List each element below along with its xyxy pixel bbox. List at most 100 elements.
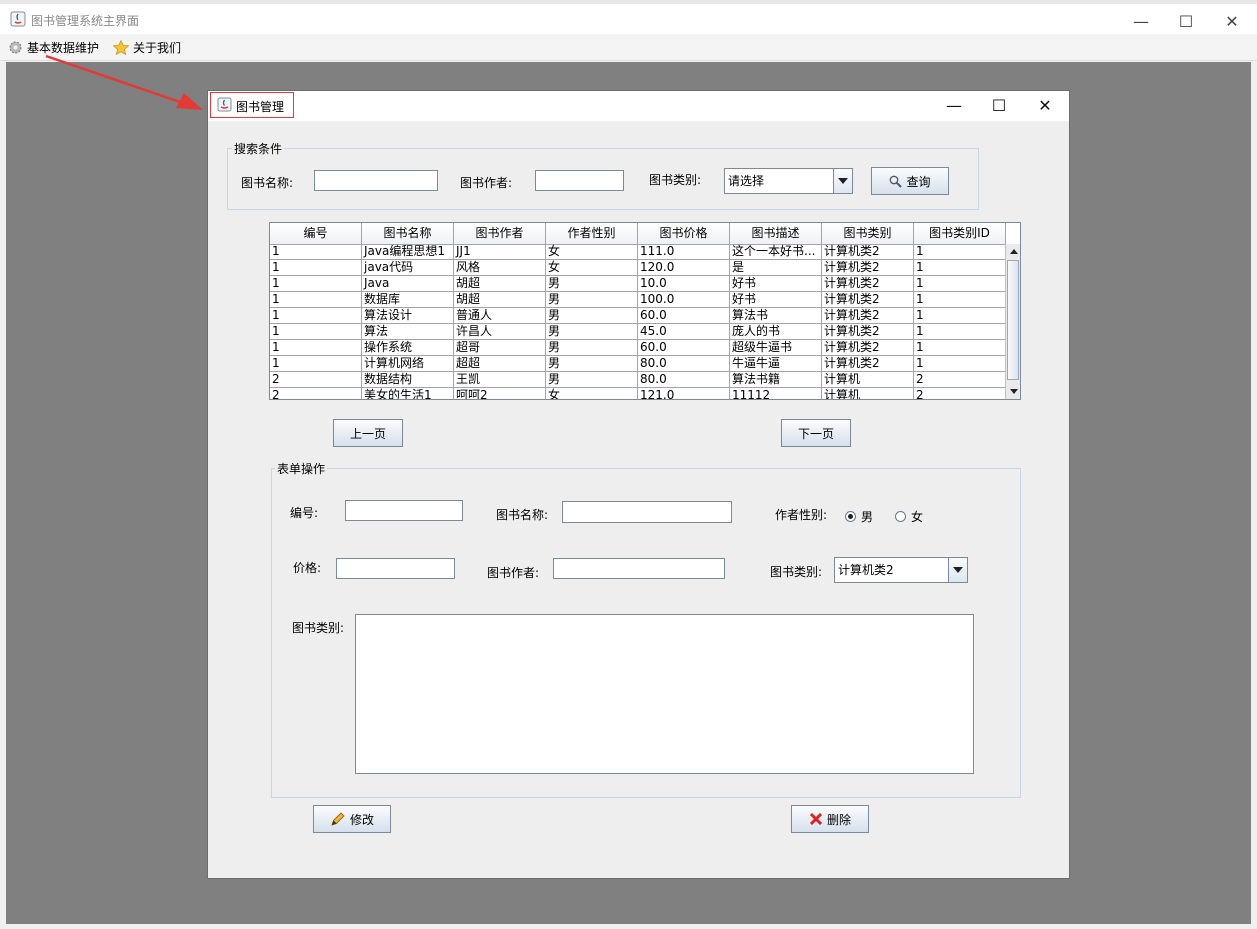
table-cell: 80.0	[638, 372, 730, 388]
table-cell: 王凯	[454, 372, 546, 388]
chevron-down-icon	[833, 169, 852, 193]
scroll-down-arrow[interactable]	[1007, 385, 1020, 398]
menu-basic-data-label: 基本数据维护	[27, 40, 100, 55]
search-icon	[890, 175, 903, 188]
gender-male-label: 男	[861, 510, 874, 524]
frame-maximize-button[interactable]: ☐	[976, 92, 1022, 120]
menu-about-us-label: 关于我们	[133, 40, 182, 55]
column-header[interactable]: 图书名称	[362, 223, 454, 244]
table-cell: 1	[914, 340, 1006, 356]
window-title: 图书管理系统主界面	[31, 14, 140, 28]
column-header[interactable]: 图书价格	[638, 223, 730, 244]
form-type-select[interactable]: 计算机类2	[834, 557, 968, 583]
table-row[interactable]: 1 Java 胡超男 10.0 好书 计算机类2 1	[270, 276, 1006, 292]
table-row[interactable]: 2 数据结构 王凯男 80.0 算法书籍 计算机 2	[270, 372, 1006, 388]
radio-unchecked-icon	[895, 511, 906, 522]
table-cell: 算法书籍	[730, 372, 822, 388]
delete-button[interactable]: 删除	[791, 805, 869, 833]
table-scrollbar[interactable]	[1005, 244, 1020, 399]
modify-button[interactable]: 修改	[313, 805, 391, 833]
table-cell: 1	[270, 276, 362, 292]
table-cell: 算法设计	[362, 308, 454, 324]
table-cell: 好书	[730, 292, 822, 308]
search-author-label: 图书作者:	[460, 176, 513, 190]
form-price-label: 价格:	[293, 561, 322, 575]
table-row[interactable]: 1 数据库 胡超男 100.0 好书 计算机类2 1	[270, 292, 1006, 308]
column-header[interactable]: 图书类别ID	[914, 223, 1006, 244]
frame-minimize-button[interactable]: —	[931, 92, 977, 120]
table-cell: 数据库	[362, 292, 454, 308]
table-cell: 美女的生活1	[362, 388, 454, 399]
window-close-button[interactable]: ✕	[1209, 8, 1255, 36]
table-cell: 1	[914, 276, 1006, 292]
table-cell: 计算机	[822, 372, 914, 388]
table-cell: 2	[270, 372, 362, 388]
search-type-select[interactable]: 请选择	[724, 168, 853, 194]
gender-male-radio[interactable]: 男	[845, 508, 873, 525]
table-cell: 1	[270, 244, 362, 260]
form-name-input[interactable]	[562, 501, 732, 523]
table-row[interactable]: 1 算法 许昌人男 45.0 庞人的书 计算机类2 1	[270, 324, 1006, 340]
table-cell: 超超	[454, 356, 546, 372]
column-header[interactable]: 编号	[270, 223, 362, 244]
delete-x-icon	[809, 812, 823, 826]
table-cell: java代码	[362, 260, 454, 276]
scroll-up-arrow[interactable]	[1007, 245, 1020, 258]
book-table[interactable]: 编号 图书名称 图书作者 作者性别 图书价格 图书描述 图书类别 图书类别ID 1 Java编程…	[269, 222, 1021, 400]
form-type-selected: 计算机类2	[838, 563, 894, 577]
search-author-input[interactable]	[535, 170, 624, 191]
table-cell: 2	[270, 388, 362, 399]
table-cell: 计算机类2	[822, 356, 914, 372]
table-cell: 普通人	[454, 308, 546, 324]
query-button[interactable]: 查询	[871, 167, 949, 195]
column-header[interactable]: 图书描述	[730, 223, 822, 244]
table-cell: 1	[914, 292, 1006, 308]
search-name-input[interactable]	[314, 170, 438, 191]
form-price-input[interactable]	[336, 558, 455, 579]
column-header[interactable]: 图书类别	[822, 223, 914, 244]
table-row[interactable]: 1 操作系统 超哥男 60.0 超级牛逼书 计算机类2 1	[270, 340, 1006, 356]
table-row[interactable]: 2 美女的生活1 呵呵2 女 121.0 11112 计算机 2	[270, 388, 1006, 399]
gear-icon	[9, 41, 22, 53]
table-cell: 好书	[730, 276, 822, 292]
frame-title: 图书管理	[236, 100, 285, 114]
table-cell: 60.0	[638, 340, 730, 356]
form-desc-textarea[interactable]	[355, 614, 974, 774]
menu-basic-data[interactable]: 基本数据维护	[8, 38, 99, 56]
star-icon	[113, 39, 129, 55]
table-cell: 这个一本好书...	[730, 244, 822, 260]
table-cell: 2	[914, 372, 1006, 388]
form-id-input[interactable]	[345, 500, 463, 521]
table-cell: 男	[546, 340, 638, 356]
column-header[interactable]: 图书作者	[454, 223, 546, 244]
form-author-input[interactable]	[553, 558, 725, 579]
frame-close-button[interactable]: ✕	[1022, 92, 1068, 120]
table-cell: 胡超	[454, 292, 546, 308]
prev-page-button[interactable]: 上一页	[333, 419, 403, 447]
table-row[interactable]: 1 java代码 风格女 120.0 是计算机类2 1	[270, 260, 1006, 276]
window-maximize-button[interactable]: ☐	[1163, 8, 1209, 36]
table-cell: 120.0	[638, 260, 730, 276]
next-page-button[interactable]: 下一页	[781, 419, 851, 447]
column-header[interactable]: 作者性别	[546, 223, 638, 244]
table-cell: 算法书	[730, 308, 822, 324]
table-row[interactable]: 1 计算机网络 超超男 80.0 牛逼牛逼 计算机类2 1	[270, 356, 1006, 372]
table-cell: 男	[546, 372, 638, 388]
form-gender-label: 作者性别:	[775, 508, 828, 522]
table-cell: 1	[270, 308, 362, 324]
table-row[interactable]: 1 Java编程思想1 JJ1 女 111.0 这个一本好书... 计算机类2 1	[270, 244, 1006, 260]
form-group-title: 表单操作	[275, 460, 328, 477]
table-cell: 1	[914, 324, 1006, 340]
table-cell: 1	[914, 244, 1006, 260]
table-cell: 计算机网络	[362, 356, 454, 372]
menu-about-us[interactable]: 关于我们	[113, 38, 181, 56]
table-cell: 女	[546, 260, 638, 276]
scroll-thumb[interactable]	[1007, 260, 1019, 380]
table-cell: 100.0	[638, 292, 730, 308]
table-cell: 许昌人	[454, 324, 546, 340]
form-name-label: 图书名称:	[496, 508, 549, 522]
table-row[interactable]: 1 算法设计 普通人男 60.0 算法书 计算机类2 1	[270, 308, 1006, 324]
window-minimize-button[interactable]: —	[1118, 8, 1164, 36]
table-cell: 121.0	[638, 388, 730, 399]
gender-female-radio[interactable]: 女	[895, 508, 923, 525]
